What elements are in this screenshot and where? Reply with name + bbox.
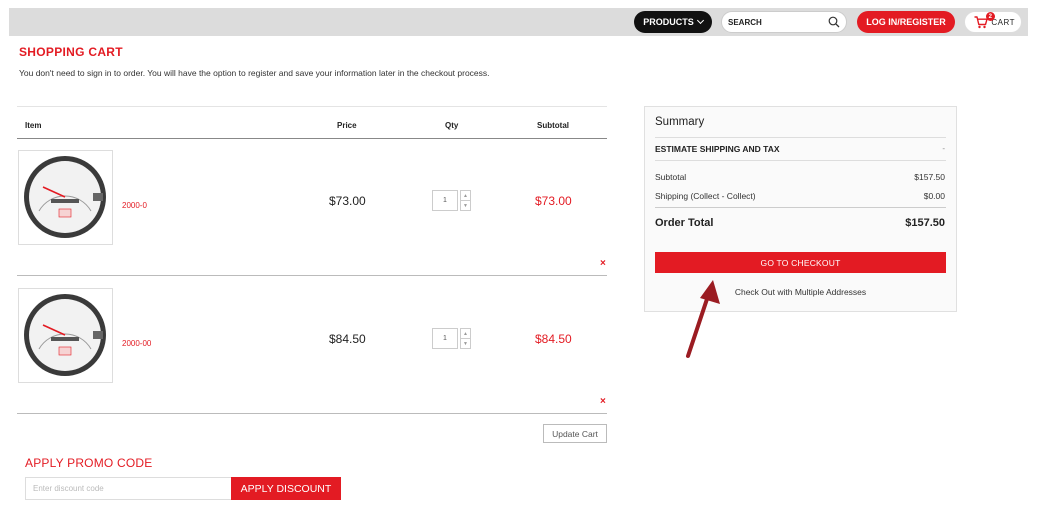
product-thumbnail[interactable] — [18, 288, 113, 383]
product-sku-link[interactable]: 2000-00 — [122, 339, 151, 348]
cart-button[interactable]: 2 CART — [964, 11, 1022, 33]
update-cart-button[interactable]: Update Cart — [543, 424, 607, 443]
item-price: $84.50 — [329, 332, 366, 346]
page-title: SHOPPING CART — [19, 45, 123, 59]
table-top-divider — [17, 106, 607, 107]
decrease-qty-icon[interactable]: ▼ — [461, 201, 470, 211]
collapse-icon[interactable]: - — [942, 144, 945, 153]
arrow-annotation — [686, 280, 720, 358]
order-total-label: Order Total — [655, 217, 714, 229]
cart-count-badge: 2 — [986, 12, 995, 21]
intro-text: You don't need to sign in to order. You … — [19, 68, 490, 78]
search-icon[interactable] — [828, 16, 840, 28]
product-thumbnail[interactable] — [18, 150, 113, 245]
products-label: PRODUCTS — [643, 17, 694, 27]
summary-title: Summary — [655, 116, 705, 128]
column-header-item: Item — [25, 121, 42, 130]
search-input[interactable] — [728, 15, 824, 30]
item-subtotal: $73.00 — [535, 194, 572, 208]
products-menu-button[interactable]: PRODUCTS — [634, 11, 712, 33]
estimate-shipping-toggle[interactable]: ESTIMATE SHIPPING AND TAX — [655, 144, 780, 154]
search-box[interactable] — [721, 11, 847, 33]
remove-icon[interactable]: × — [600, 258, 606, 269]
subtotal-label: Subtotal — [655, 172, 687, 182]
pressure-gauge-icon — [24, 156, 106, 238]
column-header-subtotal: Subtotal — [537, 121, 569, 130]
summary-divider — [655, 160, 946, 161]
remove-icon[interactable]: × — [600, 396, 606, 407]
column-header-price: Price — [337, 121, 357, 130]
shipping-value: $0.00 — [923, 191, 945, 201]
column-header-qty: Qty — [445, 121, 459, 130]
summary-divider — [655, 137, 946, 138]
quantity-stepper[interactable]: ▲ ▼ — [460, 190, 471, 211]
discount-code-input[interactable] — [25, 477, 232, 500]
quantity-input[interactable] — [432, 328, 458, 349]
summary-divider — [655, 207, 946, 208]
item-subtotal: $84.50 — [535, 332, 572, 346]
quantity-stepper[interactable]: ▲ ▼ — [460, 328, 471, 349]
row-divider — [17, 413, 607, 414]
chevron-down-icon — [696, 16, 704, 25]
subtotal-value: $157.50 — [914, 172, 945, 182]
apply-discount-button[interactable]: APPLY DISCOUNT — [231, 477, 341, 500]
cart-label: CART — [991, 17, 1015, 27]
product-sku-link[interactable]: 2000-0 — [122, 201, 147, 210]
increase-qty-icon[interactable]: ▲ — [461, 329, 470, 339]
decrease-qty-icon[interactable]: ▼ — [461, 339, 470, 349]
increase-qty-icon[interactable]: ▲ — [461, 191, 470, 201]
row-divider — [17, 275, 607, 276]
login-label: LOG IN/REGISTER — [866, 17, 946, 27]
login-register-button[interactable]: LOG IN/REGISTER — [857, 11, 955, 33]
update-cart-label: Update Cart — [552, 428, 598, 439]
go-to-checkout-button[interactable]: GO TO CHECKOUT — [655, 252, 946, 273]
quantity-input[interactable] — [432, 190, 458, 211]
checkout-label: GO TO CHECKOUT — [760, 257, 841, 268]
pressure-gauge-icon — [24, 294, 106, 376]
order-total-value: $157.50 — [905, 217, 945, 229]
promo-title: APPLY PROMO CODE — [25, 456, 153, 470]
shipping-label: Shipping (Collect - Collect) — [655, 191, 756, 201]
apply-discount-label: APPLY DISCOUNT — [240, 482, 332, 495]
table-header-divider — [17, 138, 607, 139]
item-price: $73.00 — [329, 194, 366, 208]
